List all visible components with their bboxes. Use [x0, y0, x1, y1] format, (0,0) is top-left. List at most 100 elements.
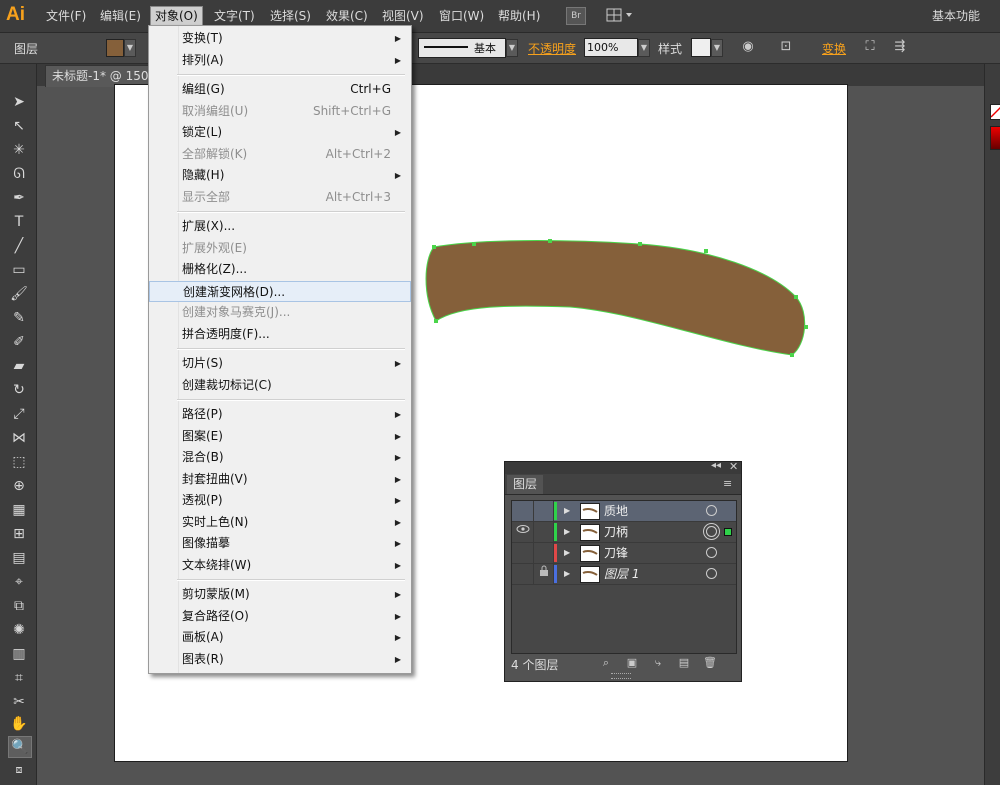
object-menu-item[interactable]: 扩展外观(E) — [149, 238, 411, 259]
menu-1[interactable]: 编辑(E) — [96, 7, 145, 25]
rectangle-tool-icon[interactable]: ▭ — [8, 260, 30, 280]
gradient-tool-icon[interactable]: ▤ — [8, 548, 30, 568]
target-circle-icon[interactable] — [706, 526, 717, 537]
column-graph-tool-icon[interactable]: ▥ — [8, 644, 30, 664]
none-swatch-icon[interactable] — [990, 104, 1000, 120]
object-menu-item[interactable]: 变换(T) ▶ — [149, 28, 411, 49]
menu-8[interactable]: 帮助(H) — [494, 7, 544, 25]
expand-triangle-icon[interactable]: ▶ — [564, 564, 570, 584]
object-menu-item[interactable]: 拼合透明度(F)... — [149, 324, 411, 345]
hand-tool-icon[interactable]: ✋ — [8, 714, 30, 734]
layer-row[interactable]: ▶ 刀锋 — [512, 543, 736, 564]
free-transform-tool-icon[interactable]: ⬚ — [8, 452, 30, 472]
object-menu-item[interactable]: 混合(B) ▶ — [149, 447, 411, 468]
target-circle-icon[interactable] — [706, 505, 717, 516]
graphic-style-swatch[interactable] — [691, 38, 711, 57]
perspective-grid-tool-icon[interactable]: ▦ — [8, 500, 30, 520]
style-dropdown-arrow[interactable]: ▼ — [711, 39, 723, 57]
artboard-tool-icon[interactable]: ⌗ — [8, 668, 30, 688]
blob-brush-tool-icon[interactable]: ✐ — [8, 332, 30, 352]
menu-7[interactable]: 窗口(W) — [435, 7, 488, 25]
opacity-link[interactable]: 不透明度 — [528, 40, 576, 57]
menu-5[interactable]: 效果(C) — [322, 7, 372, 25]
expand-triangle-icon[interactable]: ▶ — [564, 543, 570, 563]
selection-indicator[interactable] — [724, 528, 732, 536]
lasso-tool-icon[interactable]: ᘏ — [8, 164, 30, 184]
target-circle-icon[interactable] — [706, 547, 717, 558]
target-circle-icon[interactable] — [706, 568, 717, 579]
line-tool-icon[interactable]: ╱ — [8, 236, 30, 256]
expand-triangle-icon[interactable]: ▶ — [564, 501, 570, 521]
recolor-artwork-icon[interactable]: ◉ — [740, 39, 756, 55]
direct-selection-tool-icon[interactable]: ↖ — [8, 116, 30, 136]
lock-icon[interactable] — [534, 543, 554, 563]
layer-name[interactable]: 图层 1 — [604, 564, 639, 584]
object-menu-item[interactable]: 实时上色(N) ▶ — [149, 512, 411, 533]
pencil-tool-icon[interactable]: ✎ — [8, 308, 30, 328]
pen-tool-icon[interactable]: ✒ — [8, 188, 30, 208]
object-menu-item[interactable]: 路径(P) ▶ — [149, 404, 411, 425]
make-clipping-mask-icon[interactable]: ▣ — [625, 656, 639, 670]
object-menu-item[interactable]: 排列(A) ▶ — [149, 50, 411, 71]
panel-options-icon[interactable]: ≡ — [723, 477, 732, 490]
layers-panel-titlebar[interactable]: ◂◂ ✕ — [505, 460, 741, 474]
shape-builder-tool-icon[interactable]: ⊕ — [8, 476, 30, 496]
object-menu-item[interactable]: 创建渐变网格(D)... — [149, 280, 411, 302]
blade-shape[interactable] — [420, 235, 820, 370]
menu-2[interactable]: 对象(O) — [150, 6, 203, 26]
stroke-profile-dropdown-arrow[interactable]: ▼ — [506, 39, 518, 57]
object-menu-item[interactable]: 封套扭曲(V) ▶ — [149, 469, 411, 490]
locate-object-icon[interactable]: ⌕ — [599, 656, 613, 670]
object-menu-item[interactable]: 画板(A) ▶ — [149, 627, 411, 648]
arrange-documents-button[interactable] — [606, 7, 634, 23]
object-menu-item[interactable]: 切片(S) ▶ — [149, 353, 411, 374]
object-menu-item[interactable]: 复合路径(O) ▶ — [149, 606, 411, 627]
width-tool-icon[interactable]: ⋈ — [8, 428, 30, 448]
align-to-icon[interactable]: ⊡ — [778, 39, 794, 55]
menu-6[interactable]: 视图(V) — [378, 7, 428, 25]
object-menu-item[interactable]: 扩展(X)... — [149, 216, 411, 237]
tab-layers[interactable]: 图层 — [507, 475, 543, 494]
mesh-tool-icon[interactable]: ⊞ — [8, 524, 30, 544]
layer-row[interactable]: ▶ 质地 — [512, 501, 736, 522]
layer-row[interactable]: ▶ 图层 1 — [512, 564, 736, 585]
create-sublayer-icon[interactable]: ⤷ — [651, 656, 665, 670]
object-menu-item[interactable]: 透视(P) ▶ — [149, 490, 411, 511]
object-menu-item[interactable]: 隐藏(H) ▶ — [149, 165, 411, 186]
layer-name[interactable]: 刀锋 — [604, 543, 628, 563]
delete-layer-icon[interactable]: 🗑 — [703, 656, 717, 670]
lock-icon[interactable] — [534, 564, 554, 584]
blend-tool-icon[interactable]: ⧉ — [8, 596, 30, 616]
default-fill-stroke-icon[interactable]: ⧈ — [8, 760, 30, 780]
eyedropper-tool-icon[interactable]: ⌖ — [8, 572, 30, 592]
symbol-sprayer-tool-icon[interactable]: ✺ — [8, 620, 30, 640]
opacity-dropdown-arrow[interactable]: ▼ — [638, 39, 650, 57]
object-menu-item[interactable]: 创建裁切标记(C) — [149, 375, 411, 396]
object-menu-item[interactable]: 全部解锁(K) Alt+Ctrl+2 — [149, 144, 411, 165]
eraser-tool-icon[interactable]: ▰ — [8, 356, 30, 376]
fill-color-swatch[interactable] — [106, 39, 124, 57]
eye-icon[interactable] — [512, 564, 534, 584]
create-new-layer-icon[interactable]: ▤ — [677, 656, 691, 670]
fill-dropdown-arrow[interactable]: ▼ — [124, 39, 136, 57]
slice-tool-icon[interactable]: ✂ — [8, 692, 30, 712]
color-swatch-icon[interactable] — [990, 126, 1000, 150]
layer-name[interactable]: 刀柄 — [604, 522, 628, 542]
object-menu-item[interactable]: 图表(R) ▶ — [149, 649, 411, 670]
collapse-panel-icon[interactable]: ◂◂ — [711, 460, 721, 471]
object-menu-item[interactable]: 图案(E) ▶ — [149, 426, 411, 447]
scale-tool-icon[interactable]: ⤢ — [8, 404, 30, 424]
layer-name[interactable]: 质地 — [604, 501, 628, 521]
zoom-tool-icon[interactable]: 🔍 — [8, 736, 32, 758]
object-menu-item[interactable]: 编组(G) Ctrl+G — [149, 79, 411, 100]
eye-icon[interactable] — [512, 543, 534, 563]
lock-icon[interactable] — [534, 522, 554, 542]
bridge-button[interactable]: Br — [566, 7, 586, 25]
magic-wand-tool-icon[interactable]: ✳ — [8, 140, 30, 160]
opacity-input[interactable]: 100% — [584, 38, 638, 57]
panel-menu-icon[interactable]: ⇶ — [892, 39, 908, 55]
transform-link[interactable]: 变换 — [822, 40, 846, 57]
selection-tool-icon[interactable]: ➤ — [8, 92, 30, 112]
isolate-icon[interactable]: ⛶ — [862, 39, 878, 55]
rotate-tool-icon[interactable]: ↻ — [8, 380, 30, 400]
